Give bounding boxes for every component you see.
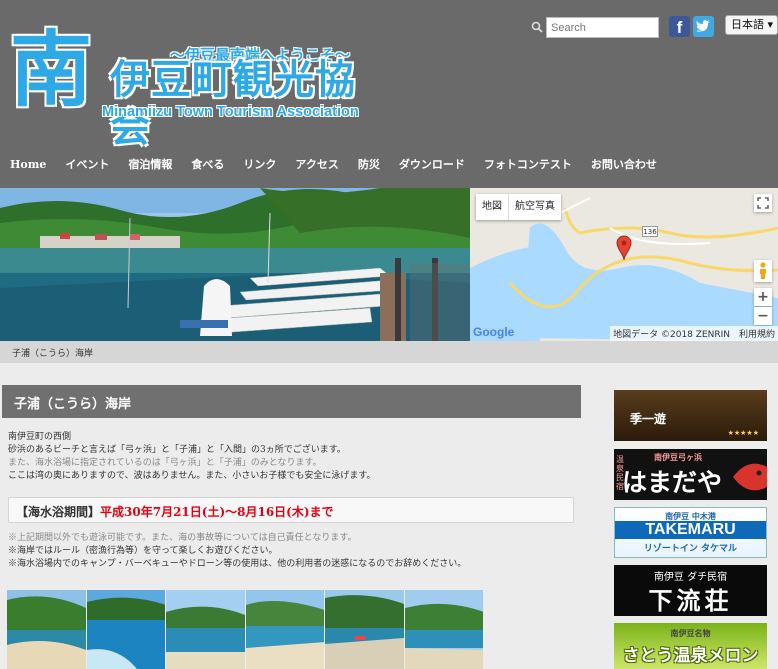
intro-line: 南伊豆町の西側 [8,432,72,442]
ad-banner-hamadaya[interactable]: 温泉民宿 南伊豆弓ヶ浜 はまだや [614,449,767,500]
fullscreen-icon[interactable] [754,194,772,212]
season-dates: 平成30年7月21日(土)〜8月16日(木)まで [100,505,334,519]
note-line: ※上記期間以外でも遊泳可能です。また、海の事故等については自己責任となります。 [8,533,357,543]
ad-banner-kiichiyu[interactable]: 季一遊 ★★★★★ [614,390,767,441]
note-line: ※海岸ではルール（密漁行為等）を守って楽しくお遊びください。 [8,546,278,556]
fish-icon [733,463,767,491]
site-logo[interactable]: 南 〜伊豆最南端へようこそ〜 伊豆町観光協会 Minamiizu Town To… [10,22,360,151]
ad-banner-sato-melon[interactable]: 南伊豆名物 さとう温泉メロン [614,623,767,669]
note-line: ※海水浴場内でのキャンプ・バーベキューやドローン等の使用は、他の利用者の迷惑にな… [8,559,467,569]
nav-item-links[interactable]: リンク [243,154,276,176]
pegman-icon[interactable] [754,260,772,282]
logo-kanji-big: 南 [10,22,93,118]
search-icon[interactable] [531,21,543,33]
nav-item-disaster[interactable]: 防災 [358,154,380,176]
ad-melon-main: さとう温泉メロン [622,646,759,666]
nav-item-eat[interactable]: 食べる [191,154,224,176]
photo-gallery [7,590,484,669]
search-input[interactable] [546,17,659,38]
map-credit[interactable]: 地図データ ©2018 ZENRIN 利用規約 [610,326,778,341]
nav-item-contact[interactable]: お問い合わせ [591,154,657,176]
ad-hamadaya-sub: 南伊豆弓ヶ浜 [654,453,702,462]
intro-line: ここは湾の奥にありますので、波はありません。また、小さいお子様でも安全に泳げます… [8,471,376,481]
nav-item-home[interactable]: Home [10,154,46,176]
intro-line: また、海水浴場に指定されているのは「弓ヶ浜」と「子浦」のみとなります。 [8,458,322,468]
gallery-thumb[interactable] [245,590,324,669]
gallery-thumb[interactable] [86,590,165,669]
google-logo[interactable]: Google [473,325,514,339]
ad-karyuso-main: 下流荘 [648,586,733,615]
photo-caption: 子浦（こうら）海岸 [12,349,94,359]
page-title-bar: 子浦（こうら）海岸 [2,385,581,418]
nav-item-events[interactable]: イベント [65,154,109,176]
harbor-photo [0,188,470,341]
gallery-thumb[interactable] [325,590,404,669]
ad-takemaru-bottom: リゾートイン タケマル [643,544,738,554]
nav-item-access[interactable]: アクセス [295,154,338,176]
swimming-season-text: 【海水浴期間】平成30年7月21日(土)〜8月16日(木)まで [16,503,334,520]
ad-melon-sub: 南伊豆名物 [670,629,711,638]
map-type-control: 地図 航空写真 [476,194,561,220]
facebook-icon[interactable]: f [669,16,690,37]
road-number-label: 136 [642,226,658,237]
ad-hamadaya-main: はまだや [622,468,723,497]
site-header: 南 〜伊豆最南端へようこそ〜 伊豆町観光協会 Minamiizu Town To… [0,0,778,188]
google-map[interactable]: 136 地図 航空写真 + − Google 地図データ ©2018 ZENRI… [470,188,778,341]
zoom-in-button[interactable]: + [754,288,772,306]
map-pin-icon[interactable] [616,235,632,261]
gallery-thumb[interactable] [404,590,483,669]
gallery-thumb[interactable] [7,590,86,669]
nav-item-photo-contest[interactable]: フォトコンテスト [484,154,572,176]
ad-banner-karyuso[interactable]: 南伊豆 ダチ民宿 下流荘 [614,565,767,616]
nav-item-lodging[interactable]: 宿泊情報 [128,154,172,176]
intro-line: 砂浜のあるビーチと言えば「弓ヶ浜」と「子浦」と「入間」の3ヵ所でございます。 [8,445,346,455]
logo-english: Minamiizu Town Tourism Association [102,104,359,120]
gallery-thumb[interactable] [166,590,245,669]
swimming-season-box: 【海水浴期間】平成30年7月21日(土)〜8月16日(木)まで [8,497,574,523]
map-type-map-button[interactable]: 地図 [476,194,508,220]
twitter-icon[interactable] [693,16,714,37]
page-title: 子浦（こうら）海岸 [14,397,132,412]
map-type-satellite-button[interactable]: 航空写真 [508,194,561,220]
nav-item-download[interactable]: ダウンロード [399,154,465,176]
zoom-out-button[interactable]: − [754,307,772,325]
ad-takemaru-main: TAKEMARU [615,521,766,539]
ad-kiichiyu-stars: ★★★★★ [727,429,759,437]
language-select[interactable]: 日本語 ▾ [725,15,778,35]
ad-kiichiyu-text: 季一遊 [630,412,667,426]
photo-caption-bar: 子浦（こうら）海岸 [0,341,778,363]
main-nav: Home イベント 宿泊情報 食べる リンク アクセス 防災 ダウンロード フォ… [0,154,666,176]
ad-banner-takemaru[interactable]: 南伊豆 中木港 TAKEMARU リゾートイン タケマル [614,507,767,558]
season-label: 【海水浴期間】 [16,505,101,519]
